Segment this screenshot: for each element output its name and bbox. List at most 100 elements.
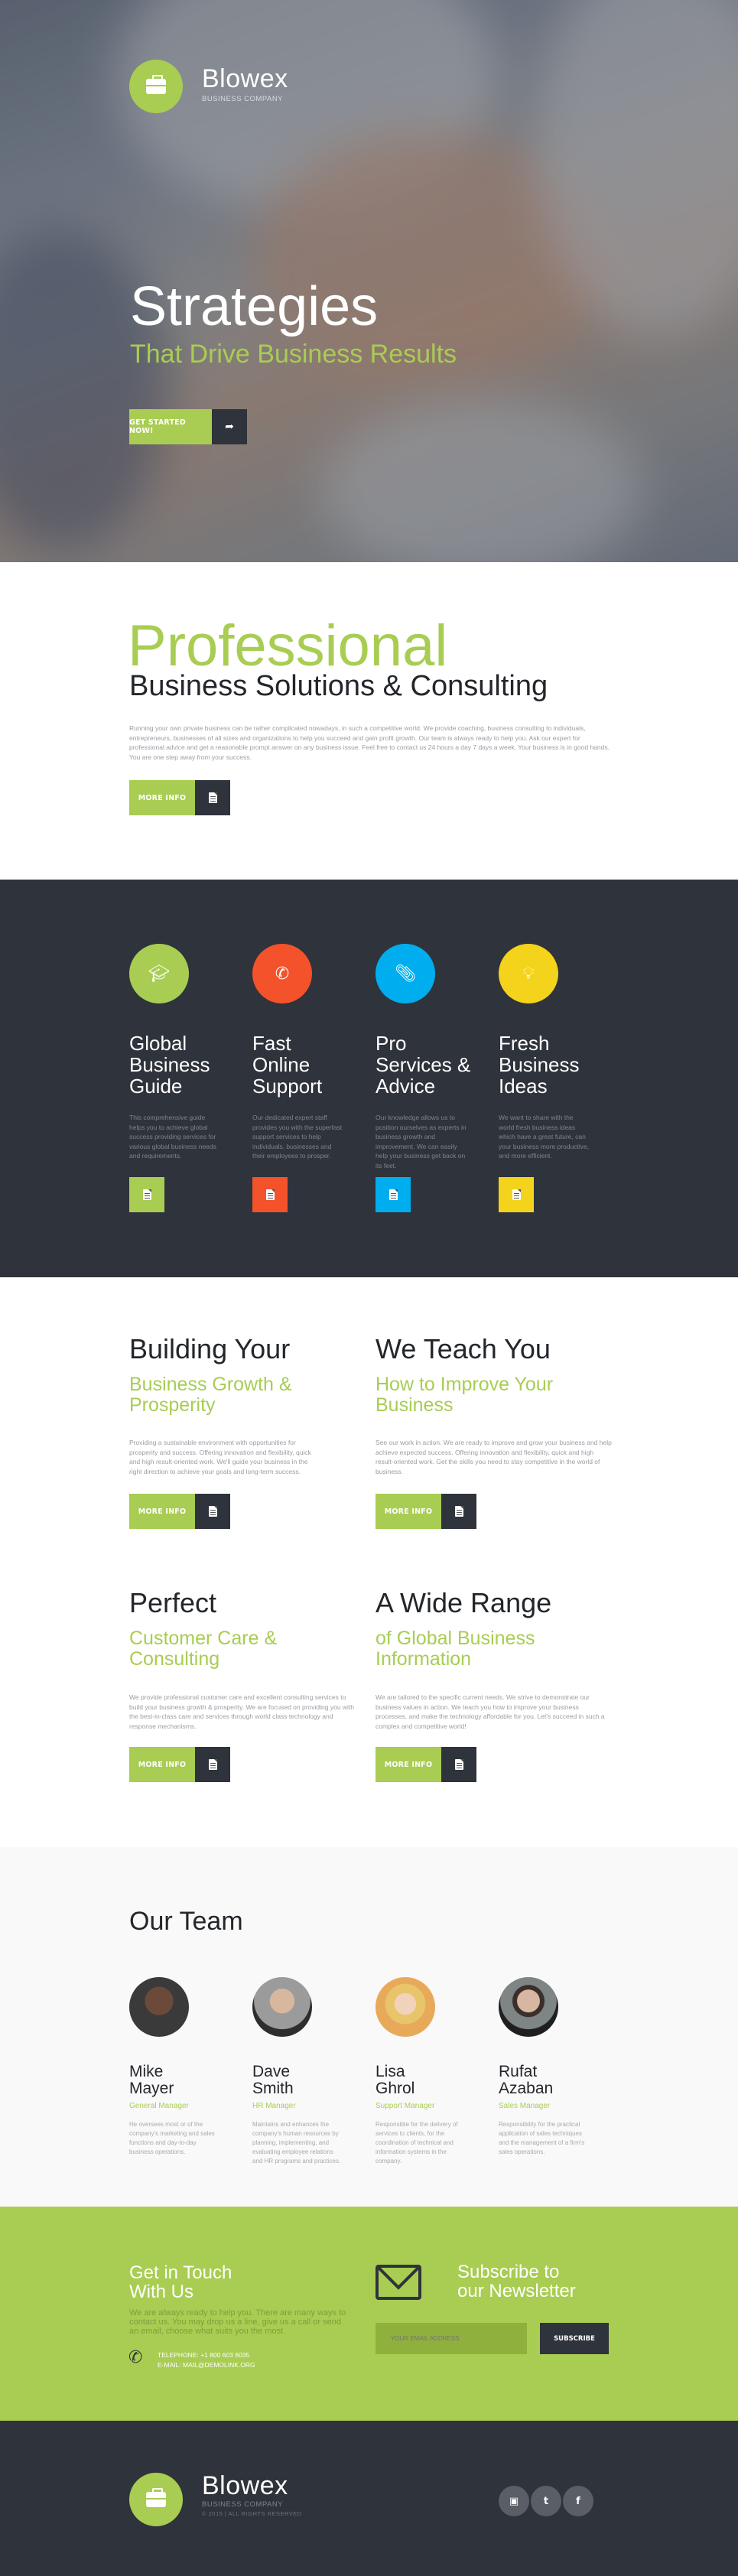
service-text: Providing a sustainable environment with… bbox=[129, 1439, 311, 1475]
briefcase-icon bbox=[146, 75, 166, 94]
service-title: We Teach You bbox=[376, 1333, 551, 1364]
hero-subtitle: That Drive Business Results bbox=[130, 340, 457, 369]
phone-icon: ✆ bbox=[128, 2348, 143, 2367]
contact-text: We are always ready to help you. There a… bbox=[129, 2308, 346, 2336]
footer-logo-icon[interactable] bbox=[129, 2473, 183, 2526]
twitter-icon[interactable]: t bbox=[531, 2486, 561, 2516]
document-icon bbox=[265, 1189, 275, 1200]
document-icon bbox=[208, 792, 217, 803]
service-title: Building Your bbox=[129, 1333, 291, 1364]
member-first-name: Mike bbox=[129, 2063, 164, 2080]
avatar bbox=[129, 1977, 189, 2037]
document-icon bbox=[208, 1759, 217, 1770]
feature-title: Pro Services & Advice bbox=[376, 1032, 471, 1098]
get-started-button[interactable]: GET STARTED NOW! ➦ bbox=[129, 409, 247, 444]
brand-name[interactable]: Blowex bbox=[202, 64, 288, 94]
more-info-label: MORE INFO bbox=[129, 1494, 195, 1529]
service-subtitle: of Global Business Information bbox=[376, 1628, 535, 1670]
phone-icon: ✆ bbox=[252, 944, 312, 1003]
feature-title: Global Business Guide bbox=[129, 1032, 210, 1098]
intro-title: Professional bbox=[128, 613, 448, 678]
hero-section: Blowex BUSINESS COMPANY Strategies That … bbox=[0, 0, 738, 562]
feature-text: This comprehensive guide helps you to ac… bbox=[129, 1114, 216, 1160]
service-subtitle: How to Improve Your Business bbox=[376, 1374, 554, 1416]
feature-text: Our knowledge allows us to position ours… bbox=[376, 1114, 467, 1169]
document-icon bbox=[454, 1759, 463, 1770]
hero-title: Strategies bbox=[130, 276, 379, 337]
more-info-label: MORE INFO bbox=[376, 1494, 441, 1529]
footer: Blowex BUSINESS COMPANY © 2015 | ALL RIG… bbox=[0, 2421, 738, 2576]
facebook-icon[interactable]: f bbox=[563, 2486, 593, 2516]
member-last-name: Ghrol bbox=[376, 2080, 415, 2097]
contact-title-line1: Get in Touch bbox=[129, 2262, 232, 2283]
feature-more-button[interactable] bbox=[499, 1177, 534, 1212]
footer-brand-name: Blowex bbox=[202, 2471, 288, 2500]
contact-title-line2: With Us bbox=[129, 2282, 193, 2302]
brand-tagline: BUSINESS COMPANY bbox=[202, 95, 284, 103]
team-section: Our Team Mike Mayer General Manager He o… bbox=[0, 1847, 738, 2207]
contact-section: Get in Touch With Us We are always ready… bbox=[0, 2207, 738, 2421]
feature-more-button[interactable] bbox=[129, 1177, 164, 1212]
footer-tagline: BUSINESS COMPANY bbox=[202, 2500, 284, 2509]
member-first-name: Dave bbox=[252, 2063, 291, 2080]
service-more-info-button[interactable]: MORE INFO bbox=[376, 1494, 476, 1529]
logo-icon[interactable] bbox=[129, 60, 183, 113]
document-icon bbox=[208, 1506, 217, 1517]
avatar bbox=[376, 1977, 435, 2037]
service-subtitle: Customer Care & Consulting bbox=[129, 1628, 278, 1670]
email-input[interactable] bbox=[376, 2323, 527, 2354]
feature-more-button[interactable] bbox=[252, 1177, 288, 1212]
member-role: Sales Manager bbox=[499, 2102, 551, 2110]
document-icon bbox=[454, 1506, 463, 1517]
service-more-info-button[interactable]: MORE INFO bbox=[129, 1747, 230, 1782]
service-text: See our work in action. We are ready to … bbox=[376, 1439, 612, 1475]
intro-more-info-button[interactable]: MORE INFO bbox=[129, 780, 230, 815]
subscribe-button[interactable]: SUBSCRIBE bbox=[540, 2323, 609, 2354]
paperclip-icon: 📎︎ bbox=[376, 944, 435, 1003]
feature-text: Our dedicated expert staff provides you … bbox=[252, 1114, 343, 1160]
copyright: © 2015 | ALL RIGHTS RESERVED bbox=[202, 2510, 302, 2517]
member-role: HR Manager bbox=[252, 2102, 296, 2110]
member-first-name: Rufat bbox=[499, 2063, 538, 2080]
member-text: Maintains and enhances the company's hum… bbox=[252, 2121, 341, 2165]
more-info-label: MORE INFO bbox=[129, 1747, 195, 1782]
graduation-cap-icon: 🎓︎ bbox=[129, 944, 189, 1003]
document-icon bbox=[142, 1189, 151, 1200]
feature-more-button[interactable] bbox=[376, 1177, 411, 1212]
member-role: Support Manager bbox=[376, 2102, 435, 2110]
sign-in-icon: ➦ bbox=[225, 421, 234, 433]
intro-subtitle: Business Solutions & Consulting bbox=[129, 670, 548, 702]
service-more-info-button[interactable]: MORE INFO bbox=[129, 1494, 230, 1529]
intro-text: Running your own private business can be… bbox=[129, 724, 610, 761]
member-last-name: Mayer bbox=[129, 2080, 174, 2097]
avatar bbox=[252, 1977, 312, 2037]
newsletter-title-line2: our Newsletter bbox=[457, 2281, 576, 2301]
get-started-label: GET STARTED NOW! bbox=[129, 409, 212, 444]
member-last-name: Azaban bbox=[499, 2080, 554, 2097]
service-more-info-button[interactable]: MORE INFO bbox=[376, 1747, 476, 1782]
member-first-name: Lisa bbox=[376, 2063, 405, 2080]
more-info-label: MORE INFO bbox=[129, 780, 195, 815]
member-text: He oversees most or of the company's mar… bbox=[129, 2121, 215, 2155]
instagram-icon[interactable]: ▣ bbox=[499, 2486, 529, 2516]
newsletter-title-line1: Subscribe to bbox=[457, 2262, 560, 2282]
service-text: We are tailored to the specific current … bbox=[376, 1693, 605, 1730]
service-subtitle: Business Growth & Prosperity bbox=[129, 1374, 292, 1416]
service-text: We provide professional customer care an… bbox=[129, 1693, 355, 1730]
feature-text: We want to share with the world fresh bu… bbox=[499, 1114, 590, 1160]
avatar bbox=[499, 1977, 558, 2037]
document-icon bbox=[512, 1189, 521, 1200]
features-section: 🎓︎ ✆ 📎︎ 💡︎ Global Business Guide Fast On… bbox=[0, 880, 738, 1277]
document-icon bbox=[389, 1189, 398, 1200]
member-text: Responsible for the delivery of services… bbox=[376, 2121, 458, 2165]
feature-title: Fast Online Support bbox=[252, 1032, 323, 1098]
member-role: General Manager bbox=[129, 2102, 189, 2110]
feature-title: Fresh Business Ideas bbox=[499, 1032, 580, 1098]
contact-email[interactable]: E-MAIL: MAIL@DEMOLINK.ORG bbox=[158, 2361, 255, 2369]
service-title: A Wide Range bbox=[376, 1587, 552, 1618]
member-last-name: Smith bbox=[252, 2080, 294, 2097]
service-title: Perfect bbox=[129, 1587, 217, 1618]
envelope-icon bbox=[376, 2265, 421, 2300]
contact-telephone[interactable]: TELEPHONE: +1 800 603 6035 bbox=[158, 2351, 249, 2359]
more-info-label: MORE INFO bbox=[376, 1747, 441, 1782]
